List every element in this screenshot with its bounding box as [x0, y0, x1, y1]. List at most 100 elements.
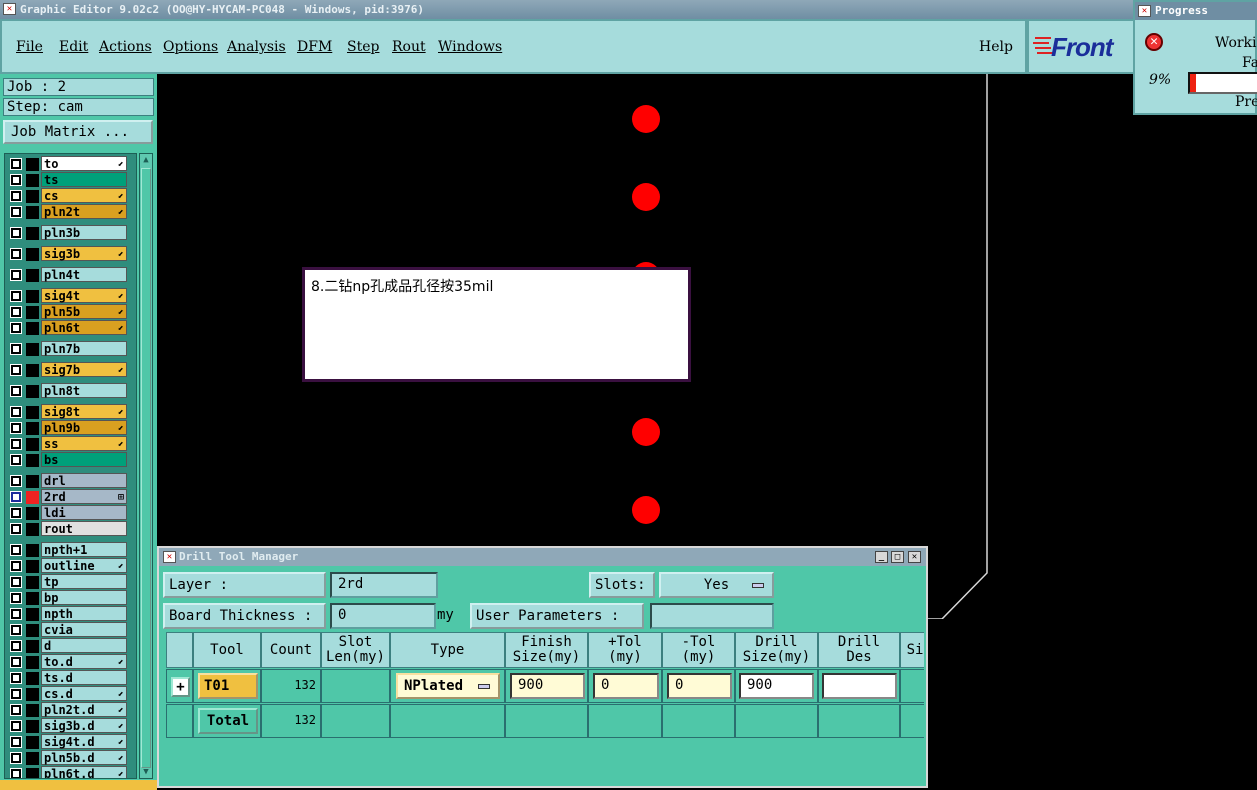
- menu-rout[interactable]: Rout: [392, 39, 426, 55]
- layer-display-marker[interactable]: [26, 640, 39, 653]
- layer-display-marker[interactable]: [26, 752, 39, 765]
- layer-row-sig7b[interactable]: sig7b ⬋: [5, 362, 127, 378]
- menu-help[interactable]: Help: [979, 39, 1013, 55]
- layer-row-pln9b[interactable]: pln9b ⬋: [5, 420, 127, 436]
- expand-row-icon[interactable]: +: [171, 677, 190, 697]
- stop-icon[interactable]: ✕: [1145, 33, 1163, 51]
- layer-name[interactable]: rout: [41, 521, 127, 536]
- user-parameters-button[interactable]: User Parameters :: [470, 603, 644, 629]
- type-dropdown[interactable]: NPlated: [396, 673, 500, 699]
- layer-checkbox[interactable]: [10, 206, 22, 218]
- layer-display-marker[interactable]: [26, 269, 39, 282]
- layer-row-rout[interactable]: rout: [5, 521, 127, 537]
- tool-button[interactable]: T01: [198, 673, 258, 699]
- layer-name[interactable]: pln4t: [41, 267, 127, 282]
- layer-row-d[interactable]: d: [5, 638, 127, 654]
- layer-row-npth[interactable]: npth: [5, 606, 127, 622]
- layer-name[interactable]: to ⬋: [41, 156, 127, 171]
- layer-row-pln8t[interactable]: pln8t: [5, 383, 127, 399]
- layer-checkbox[interactable]: [10, 454, 22, 466]
- layer-display-marker[interactable]: [26, 422, 39, 435]
- layer-checkbox[interactable]: [10, 248, 22, 260]
- menu-options[interactable]: Options: [163, 39, 218, 55]
- layer-checkbox[interactable]: [10, 475, 22, 487]
- drill-des-field[interactable]: [822, 673, 897, 699]
- layer-name[interactable]: drl: [41, 473, 127, 488]
- layer-checkbox[interactable]: [10, 385, 22, 397]
- layer-name[interactable]: pln8t: [41, 383, 127, 398]
- layer-checkbox[interactable]: [10, 491, 22, 503]
- menu-edit[interactable]: Edit: [59, 39, 88, 55]
- layer-display-marker[interactable]: [26, 736, 39, 749]
- scroll-thumb[interactable]: [141, 168, 151, 768]
- layer-name[interactable]: 2rd ⊞: [41, 489, 127, 504]
- layer-checkbox[interactable]: [10, 406, 22, 418]
- layer-checkbox[interactable]: [10, 704, 22, 716]
- layer-display-marker[interactable]: [26, 206, 39, 219]
- layer-row-npth-1[interactable]: npth+1: [5, 542, 127, 558]
- layer-display-marker[interactable]: [26, 174, 39, 187]
- layer-display-marker[interactable]: [26, 475, 39, 488]
- layer-name[interactable]: tp: [41, 574, 127, 589]
- layer-row-ts-d[interactable]: ts.d: [5, 670, 127, 686]
- layer-row-pln5b[interactable]: pln5b ⬋: [5, 304, 127, 320]
- layer-checkbox[interactable]: [10, 592, 22, 604]
- layer-display-marker[interactable]: [26, 523, 39, 536]
- layer-row-pln2t[interactable]: pln2t ⬋: [5, 204, 127, 220]
- layer-row-pln3b[interactable]: pln3b: [5, 225, 127, 241]
- layer-checkbox[interactable]: [10, 720, 22, 732]
- layer-row-sig3b[interactable]: sig3b ⬋: [5, 246, 127, 262]
- layer-name[interactable]: npth: [41, 606, 127, 621]
- board-thickness-field[interactable]: 0: [330, 603, 436, 629]
- drill-size-field[interactable]: 900: [739, 673, 814, 699]
- layer-display-marker[interactable]: [26, 227, 39, 240]
- layer-row-cs-d[interactable]: cs.d ⬋: [5, 686, 127, 702]
- layer-checkbox[interactable]: [10, 322, 22, 334]
- layer-name[interactable]: npth+1: [41, 542, 127, 557]
- layer-display-marker[interactable]: [26, 190, 39, 203]
- layer-name[interactable]: ts: [41, 172, 127, 187]
- layer-name[interactable]: cs ⬋: [41, 188, 127, 203]
- layer-display-marker[interactable]: [26, 438, 39, 451]
- layer-display-marker[interactable]: [26, 704, 39, 717]
- layer-checkbox[interactable]: [10, 227, 22, 239]
- layer-checkbox[interactable]: [10, 576, 22, 588]
- layer-checkbox[interactable]: [10, 544, 22, 556]
- layer-name[interactable]: sig4t ⬋: [41, 288, 127, 303]
- layer-checkbox[interactable]: [10, 560, 22, 572]
- layer-row-sig3b-d[interactable]: sig3b.d ⬋: [5, 718, 127, 734]
- layer-checkbox[interactable]: [10, 174, 22, 186]
- layer-name[interactable]: sig3b ⬋: [41, 246, 127, 261]
- layer-checkbox[interactable]: [10, 688, 22, 700]
- layer-display-marker[interactable]: [26, 507, 39, 520]
- layer-name[interactable]: sig3b.d ⬋: [41, 718, 127, 733]
- layer-row-2rd[interactable]: 2rd ⊞: [5, 489, 127, 505]
- layer-display-marker[interactable]: [26, 290, 39, 303]
- plus-tol-field[interactable]: 0: [593, 673, 659, 699]
- layer-display-marker[interactable]: [26, 306, 39, 319]
- layer-row-pln5b-d[interactable]: pln5b.d ⬋: [5, 750, 127, 766]
- layer-checkbox[interactable]: [10, 158, 22, 170]
- layer-display-marker[interactable]: [26, 158, 39, 171]
- layer-display-marker[interactable]: [26, 385, 39, 398]
- layer-row-to[interactable]: to ⬋: [5, 156, 127, 172]
- menu-file[interactable]: File: [16, 39, 43, 55]
- layer-name[interactable]: pln6t ⬋: [41, 320, 127, 335]
- layer-checkbox[interactable]: [10, 438, 22, 450]
- layer-name[interactable]: sig8t ⬋: [41, 404, 127, 419]
- layer-checkbox[interactable]: [10, 523, 22, 535]
- layer-row-drl[interactable]: drl: [5, 473, 127, 489]
- layer-checkbox[interactable]: [10, 269, 22, 281]
- layer-checkbox[interactable]: [10, 640, 22, 652]
- layer-row-sig4t-d[interactable]: sig4t.d ⬋: [5, 734, 127, 750]
- layer-display-marker[interactable]: [26, 576, 39, 589]
- layer-checkbox[interactable]: [10, 343, 22, 355]
- layer-name[interactable]: bp: [41, 590, 127, 605]
- layer-name[interactable]: to.d ⬋: [41, 654, 127, 669]
- layer-checkbox[interactable]: [10, 736, 22, 748]
- layer-row-pln6t-d[interactable]: pln6t.d ⬋: [5, 766, 127, 778]
- layer-row-pln7b[interactable]: pln7b: [5, 341, 127, 357]
- layer-name[interactable]: pln6t.d ⬋: [41, 766, 127, 778]
- scroll-down-icon[interactable]: ▼: [141, 766, 151, 778]
- layer-name[interactable]: cs.d ⬋: [41, 686, 127, 701]
